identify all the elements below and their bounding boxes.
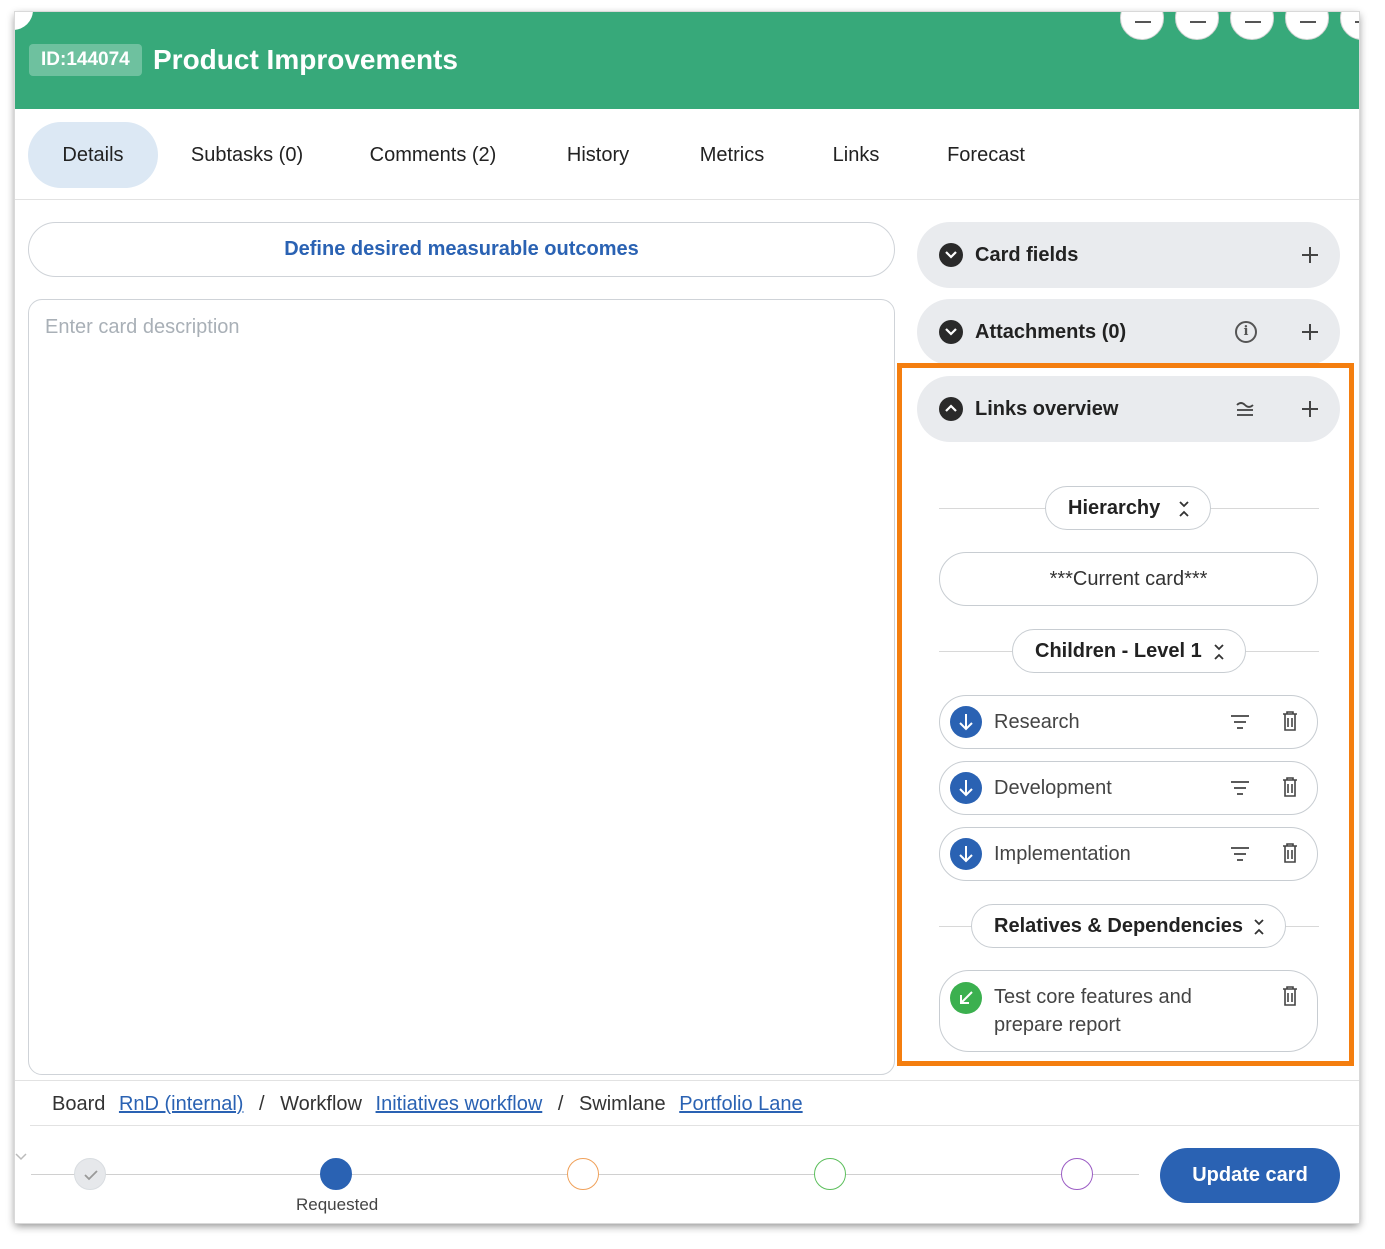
trash-icon[interactable] <box>1282 777 1298 797</box>
tab-forecast[interactable]: Forecast <box>931 122 1041 188</box>
child-link-label: Implementation <box>994 843 1131 865</box>
children-level-label: Children - Level 1 <box>1035 640 1202 662</box>
attachments-panel[interactable]: Attachments (0) i <box>917 299 1340 365</box>
links-overview-title: Links overview <box>975 398 1119 420</box>
children-level-toggle[interactable]: Children - Level 1 <box>1012 629 1246 673</box>
workflow-step-label: Requested <box>296 1195 379 1214</box>
trash-icon[interactable] <box>1282 843 1298 863</box>
trash-icon[interactable] <box>1282 986 1298 1006</box>
add-link-plus-icon[interactable] <box>1300 399 1320 419</box>
workflow-step-requested[interactable] <box>320 1158 352 1190</box>
workflow-step[interactable] <box>814 1158 846 1190</box>
workflow-step[interactable] <box>567 1158 599 1190</box>
header-corner-button[interactable] <box>15 12 33 30</box>
header-action-button[interactable] <box>1120 12 1164 40</box>
chevron-down-icon <box>939 243 963 267</box>
workflow-label: Workflow <box>280 1093 362 1115</box>
current-card-box: ***Current card*** <box>939 552 1318 606</box>
breadcrumb: Board RnD (internal) / Workflow Initiati… <box>15 1080 1359 1126</box>
arrow-down-icon <box>950 706 982 738</box>
tab-history[interactable]: History <box>548 122 648 188</box>
workflow-step[interactable] <box>1061 1158 1093 1190</box>
update-card-button[interactable]: Update card <box>1160 1148 1340 1203</box>
header-action-button[interactable] <box>1285 12 1329 40</box>
collapse-icon <box>1254 919 1264 935</box>
child-link-item[interactable]: Development <box>939 761 1318 815</box>
hierarchy-label: Hierarchy <box>1068 497 1161 519</box>
chevron-down-icon[interactable] <box>15 1152 27 1162</box>
swimlane-label: Swimlane <box>578 1093 666 1115</box>
header-action-button[interactable] <box>1175 12 1219 40</box>
card-id-badge: ID:144074 <box>29 44 142 76</box>
child-link-item[interactable]: Implementation <box>939 827 1318 881</box>
relative-link-line-2: prepare report <box>994 1014 1121 1036</box>
breadcrumb-separator: / <box>557 1093 564 1115</box>
arrow-down-icon <box>950 838 982 870</box>
card-fields-title: Card fields <box>975 244 1079 266</box>
workflow-step-done[interactable] <box>74 1158 106 1190</box>
chevron-down-icon <box>939 320 963 344</box>
description-box <box>28 299 895 1075</box>
arrow-down-icon <box>950 772 982 804</box>
card-window: ID:144074 Product Improvements Details S… <box>15 12 1359 1223</box>
header-action-button[interactable] <box>1340 12 1359 40</box>
define-outcomes-button[interactable]: Define desired measurable outcomes <box>28 222 895 277</box>
tab-metrics[interactable]: Metrics <box>682 122 782 188</box>
align-settings-icon[interactable] <box>1234 398 1256 420</box>
trash-icon[interactable] <box>1282 711 1298 731</box>
collapse-icon <box>1214 644 1224 660</box>
card-description-input[interactable] <box>45 316 875 1056</box>
tab-comments[interactable]: Comments (2) <box>353 122 513 188</box>
swimlane-link[interactable]: Portfolio Lane <box>679 1093 802 1115</box>
header-action-button[interactable] <box>1230 12 1274 40</box>
card-header: ID:144074 Product Improvements <box>15 12 1359 109</box>
filter-icon[interactable] <box>1230 781 1250 795</box>
add-attachment-plus-icon[interactable] <box>1300 322 1320 342</box>
card-fields-panel[interactable]: Card fields <box>917 222 1340 288</box>
filter-icon[interactable] <box>1230 715 1250 729</box>
divider <box>30 1125 1359 1126</box>
tab-bar: Details Subtasks (0) Comments (2) Histor… <box>15 109 1359 200</box>
board-label: Board <box>52 1093 106 1115</box>
info-icon[interactable]: i <box>1235 321 1257 343</box>
relative-link-item[interactable]: Test core features and prepare report <box>939 970 1318 1052</box>
tab-subtasks[interactable]: Subtasks (0) <box>175 122 319 188</box>
relative-link-line-1: Test core features and <box>994 986 1192 1008</box>
collapse-icon <box>1179 501 1189 517</box>
tab-details[interactable]: Details <box>28 122 158 188</box>
relative-link-label: Test core features and prepare report <box>994 983 1192 1039</box>
filter-icon[interactable] <box>1230 847 1250 861</box>
tab-links[interactable]: Links <box>816 122 896 188</box>
card-title: Product Improvements <box>153 44 458 75</box>
child-link-label: Research <box>994 711 1080 733</box>
child-link-label: Development <box>994 777 1112 799</box>
board-link[interactable]: RnD (internal) <box>119 1093 243 1115</box>
links-overview-panel[interactable]: Links overview <box>917 376 1340 442</box>
add-card-field-plus-icon[interactable] <box>1300 245 1320 265</box>
relatives-dependencies-label: Relatives & Dependencies <box>994 915 1243 937</box>
chevron-up-icon <box>939 397 963 421</box>
attachments-title: Attachments (0) <box>975 321 1127 343</box>
child-link-item[interactable]: Research <box>939 695 1318 749</box>
hierarchy-toggle[interactable]: Hierarchy <box>1045 486 1211 530</box>
workflow-link[interactable]: Initiatives workflow <box>376 1093 543 1115</box>
relatives-dependencies-toggle[interactable]: Relatives & Dependencies <box>971 904 1286 948</box>
arrow-down-left-icon <box>950 982 982 1014</box>
breadcrumb-separator: / <box>258 1093 265 1115</box>
